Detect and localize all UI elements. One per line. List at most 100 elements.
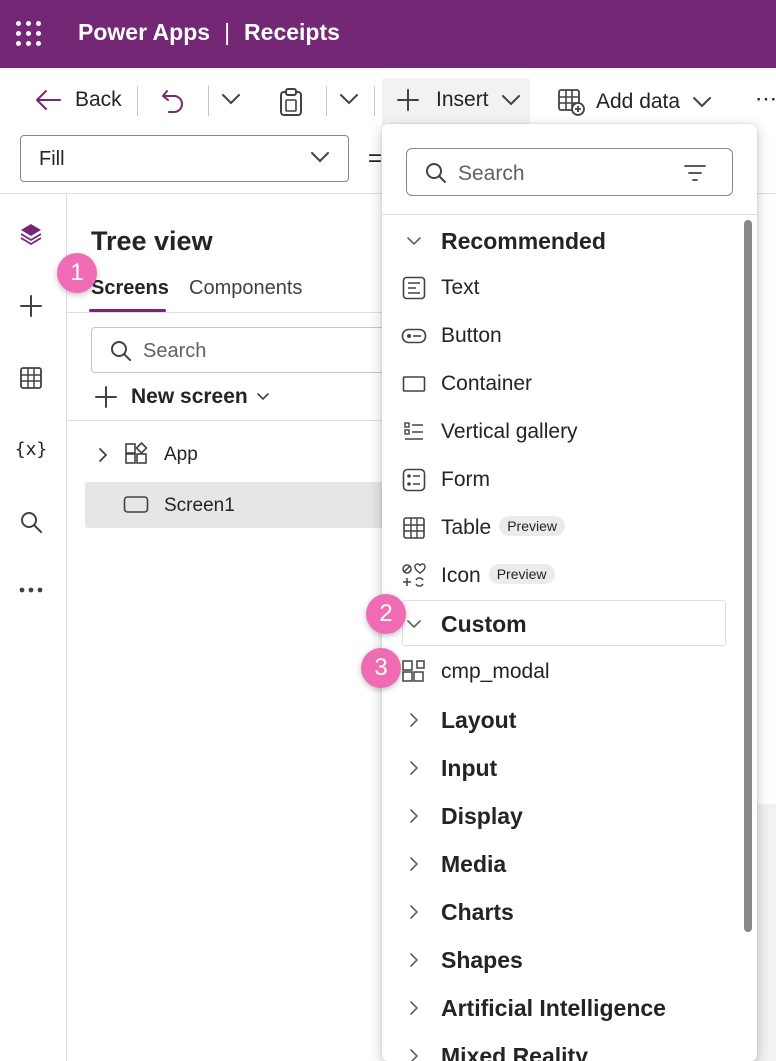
- insert-panel: Search Recommended Text Button Container…: [382, 124, 757, 1061]
- chevron-down-icon: [256, 393, 269, 401]
- insert-search-input[interactable]: Search: [406, 148, 733, 196]
- app-header: Power Apps | Receipts: [0, 0, 776, 68]
- insert-button-content[interactable]: Insert: [396, 88, 521, 112]
- category-mixed-reality-label: Mixed Reality: [441, 1043, 588, 1061]
- clipboard-icon: [280, 88, 302, 116]
- variables-label: {x}: [14, 438, 48, 460]
- category-custom[interactable]: Custom: [382, 601, 742, 647]
- new-screen-button[interactable]: New screen: [95, 385, 270, 409]
- category-mixed-reality[interactable]: Mixed Reality: [382, 1033, 742, 1061]
- title-separator: |: [224, 19, 231, 45]
- property-value: Fill: [39, 148, 65, 170]
- search-rail-icon[interactable]: [17, 508, 45, 536]
- gallery-icon: [404, 422, 423, 440]
- insert-item-text[interactable]: Text: [382, 265, 742, 311]
- chevron-right-icon: [410, 1001, 419, 1015]
- insert-item-cmp-modal[interactable]: cmp_modal: [382, 649, 742, 695]
- app-icon: [125, 442, 148, 464]
- tab-components[interactable]: Components: [189, 277, 302, 300]
- category-artificial-intelligence-label: Artificial Intelligence: [441, 995, 666, 1021]
- insert-item-form-label: Form: [441, 468, 490, 491]
- more-commands-icon[interactable]: ⋯: [755, 86, 776, 112]
- insert-item-vertical-gallery[interactable]: Vertical gallery: [382, 409, 742, 455]
- screen-icon: [123, 496, 149, 513]
- add-data-label: Add data: [596, 90, 681, 113]
- paste-dropdown[interactable]: [339, 92, 359, 106]
- left-rail: {x}: [0, 194, 67, 1061]
- insert-item-container[interactable]: Container: [382, 361, 742, 407]
- chevron-down-icon: [407, 620, 421, 629]
- icons-icon: [402, 563, 426, 587]
- chevron-down-icon: [693, 97, 712, 108]
- text-icon: [402, 276, 426, 300]
- insert-item-text-label: Text: [441, 276, 480, 299]
- tree-search-placeholder: Search: [143, 340, 207, 362]
- category-layout-label: Layout: [441, 707, 517, 733]
- back-button[interactable]: Back: [34, 88, 122, 112]
- back-label: Back: [75, 88, 122, 111]
- add-data-icon: [558, 89, 585, 116]
- search-icon: [426, 163, 446, 183]
- plus-icon: [95, 386, 117, 408]
- callout-3: 3: [361, 648, 401, 688]
- chevron-down-icon: [501, 95, 520, 106]
- insert-rail-icon[interactable]: [17, 292, 45, 320]
- category-charts[interactable]: Charts: [382, 889, 742, 935]
- tree-view-layers-icon[interactable]: [17, 220, 45, 248]
- filter-icon[interactable]: [684, 164, 706, 182]
- paste-button[interactable]: [278, 87, 304, 117]
- insert-item-icon[interactable]: Icon Preview: [382, 553, 742, 599]
- insert-panel-scrollbar[interactable]: [744, 220, 752, 932]
- insert-search-placeholder: Search: [458, 162, 525, 185]
- table-icon: [403, 517, 425, 539]
- arrow-left-icon: [36, 90, 61, 110]
- button-icon: [401, 328, 427, 344]
- tree-item-app[interactable]: App: [85, 431, 397, 477]
- component-icon: [402, 660, 425, 682]
- category-input-label: Input: [441, 755, 498, 781]
- form-icon: [402, 468, 426, 492]
- category-recommended[interactable]: Recommended: [382, 218, 742, 264]
- product-name: Power Apps: [78, 19, 211, 45]
- tree-search-input[interactable]: Search: [91, 327, 401, 373]
- preview-badge: Preview: [499, 516, 565, 536]
- property-dropdown[interactable]: Fill: [20, 135, 349, 182]
- chevron-right-icon[interactable]: [98, 447, 108, 463]
- chevron-down-icon: [340, 94, 358, 105]
- undo-dropdown[interactable]: [221, 92, 241, 106]
- add-data-button[interactable]: Add data: [557, 88, 712, 116]
- insert-item-form[interactable]: Form: [382, 457, 742, 503]
- chevron-right-icon: [410, 1049, 419, 1061]
- chevron-down-icon: [222, 94, 240, 105]
- tab-screens[interactable]: Screens: [91, 277, 169, 300]
- container-icon: [402, 376, 426, 392]
- callout-2: 2: [366, 594, 406, 634]
- chevron-right-icon: [410, 905, 419, 919]
- category-recommended-label: Recommended: [441, 228, 606, 254]
- tree-item-app-label: App: [164, 444, 198, 465]
- category-media[interactable]: Media: [382, 841, 742, 887]
- undo-button[interactable]: [160, 88, 186, 114]
- tree-view-title: Tree view: [91, 226, 213, 256]
- tree-item-screen1[interactable]: Screen1: [85, 482, 397, 528]
- variables-icon[interactable]: {x}: [14, 435, 48, 463]
- category-shapes[interactable]: Shapes: [382, 937, 742, 983]
- new-screen-label: New screen: [131, 385, 248, 408]
- app-launcher-icon[interactable]: [16, 21, 42, 47]
- category-layout[interactable]: Layout: [382, 697, 742, 743]
- more-rail-icon[interactable]: [17, 576, 45, 604]
- insert-item-table[interactable]: Table Preview: [382, 505, 742, 551]
- category-artificial-intelligence[interactable]: Artificial Intelligence: [382, 985, 742, 1031]
- insert-item-button[interactable]: Button: [382, 313, 742, 359]
- search-icon: [111, 341, 131, 361]
- insert-item-cmp-modal-label: cmp_modal: [441, 660, 550, 683]
- category-input[interactable]: Input: [382, 745, 742, 791]
- category-display[interactable]: Display: [382, 793, 742, 839]
- category-charts-label: Charts: [441, 899, 514, 925]
- insert-item-container-label: Container: [441, 372, 533, 395]
- data-table-icon[interactable]: [17, 364, 45, 392]
- chevron-right-icon: [410, 857, 419, 871]
- insert-item-icon-label: Icon: [441, 564, 481, 587]
- insert-item-vertical-gallery-label: Vertical gallery: [441, 420, 578, 443]
- canvas-area: [756, 194, 776, 804]
